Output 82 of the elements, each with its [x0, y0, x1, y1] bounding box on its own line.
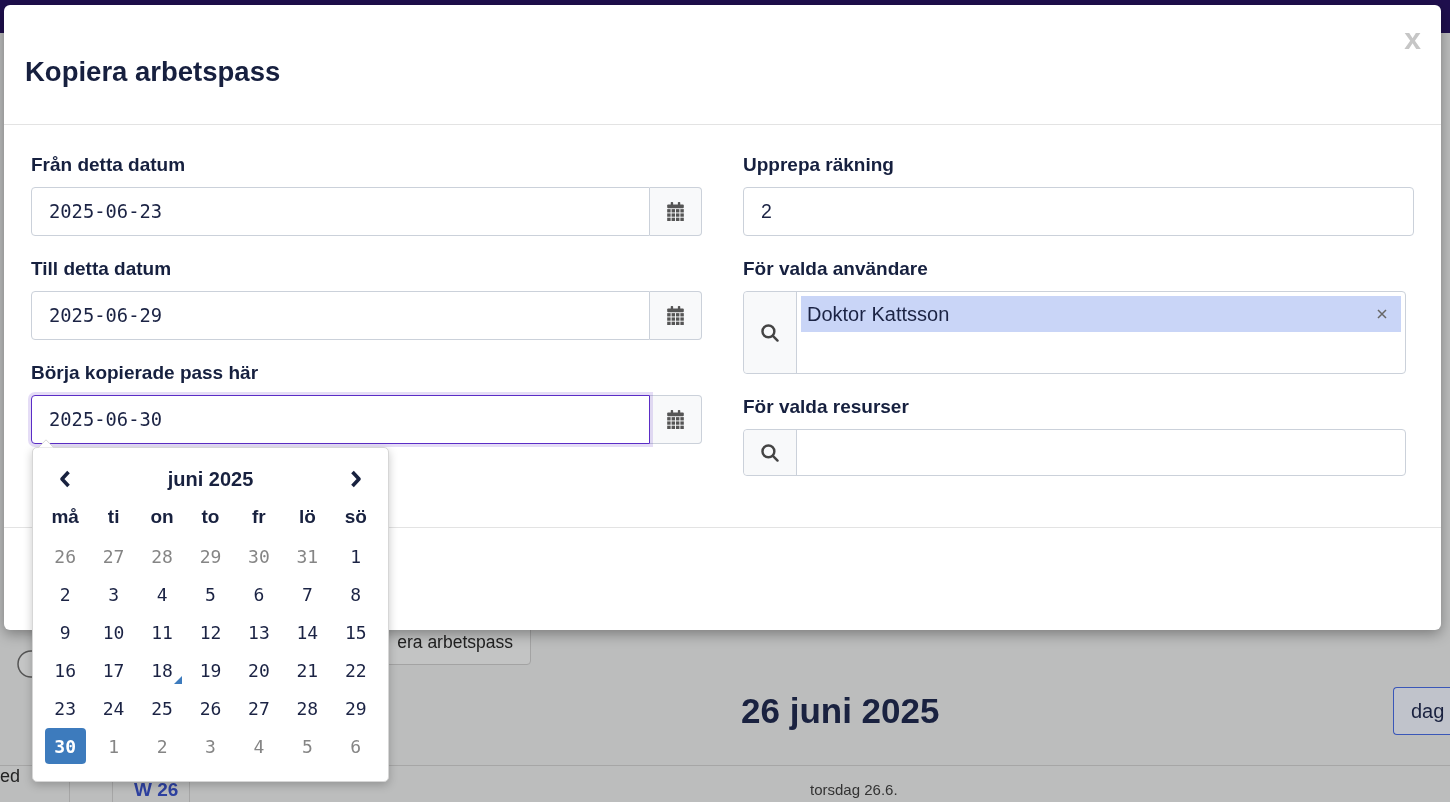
calendar-day[interactable]: 2 — [44, 576, 86, 612]
calendar-day[interactable]: 4 — [238, 728, 280, 764]
calendar-day[interactable]: 19 — [190, 652, 231, 688]
calendar-day[interactable]: 18 — [141, 652, 183, 688]
remove-tag-button[interactable] — [1377, 309, 1387, 319]
calendar-day[interactable]: 5 — [286, 728, 328, 764]
weekday-label: ti — [107, 506, 120, 528]
field-label: Upprepa räkning — [743, 154, 894, 176]
calendar-day[interactable]: 31 — [286, 538, 328, 574]
calendar-day[interactable]: 26 — [44, 538, 86, 574]
calendar-day[interactable]: 29 — [335, 690, 377, 726]
calendar-day[interactable]: 3 — [93, 576, 135, 612]
calendar-day[interactable]: 17 — [93, 652, 135, 688]
dialog-title: Kopiera arbetspass — [25, 55, 281, 89]
calendar-day[interactable]: 16 — [44, 652, 86, 688]
calendar-day[interactable]: 3 — [190, 728, 231, 764]
chevron-right-icon — [349, 470, 362, 488]
date-heading: 26 juni 2025 — [741, 690, 940, 732]
search-icon — [761, 443, 779, 462]
calendar-day[interactable]: 23 — [44, 690, 86, 726]
calendar-button[interactable] — [650, 395, 702, 444]
row-label: ed — [0, 766, 21, 786]
chevron-left-icon — [59, 470, 72, 488]
calendar-button[interactable] — [650, 187, 702, 236]
multiselect-field[interactable] — [743, 429, 1406, 476]
weekday-label: on — [150, 506, 174, 528]
field-label: Till detta datum — [31, 258, 172, 280]
search-icon — [761, 323, 779, 342]
calendar-icon — [667, 202, 684, 221]
day-header: torsdag 26.6. — [810, 781, 898, 799]
today-marker-icon — [173, 676, 182, 684]
weekday-label: sö — [344, 506, 367, 528]
calendar-day[interactable]: 13 — [238, 614, 280, 650]
multiselect-field[interactable]: Doktor Kattsson — [743, 291, 1406, 374]
calendar-icon — [667, 306, 684, 325]
tag-label: Doktor Kattsson — [807, 302, 950, 326]
calendar-day[interactable]: 9 — [44, 614, 86, 650]
number-input[interactable]: 2 — [743, 187, 1414, 236]
calendar-day[interactable]: 1 — [93, 728, 135, 764]
date-input[interactable]: 2025-06-23 — [31, 187, 650, 236]
calendar-day[interactable]: 8 — [335, 576, 377, 612]
calendar-day[interactable]: 10 — [93, 614, 135, 650]
weekday-label: fr — [252, 506, 266, 528]
calendar-day[interactable]: 25 — [141, 690, 183, 726]
day-view-button[interactable]: dag — [1393, 687, 1450, 735]
calendar-day[interactable]: 30 — [44, 728, 86, 764]
close-icon — [1377, 309, 1387, 319]
next-month-button[interactable] — [349, 470, 362, 488]
week-label[interactable]: W 26 — [134, 779, 179, 801]
date-input[interactable]: 2025-06-30 — [31, 395, 650, 444]
calendar-day[interactable]: 7 — [286, 576, 328, 612]
calendar-day[interactable]: 21 — [286, 652, 328, 688]
calendar-day[interactable]: 27 — [93, 538, 135, 574]
calendar-day[interactable]: 24 — [93, 690, 135, 726]
calendar-day[interactable]: 20 — [238, 652, 280, 688]
calendar-day[interactable]: 30 — [238, 538, 280, 574]
field-label: Från detta datum — [31, 154, 186, 176]
calendar-day[interactable]: 2 — [141, 728, 183, 764]
month-label: juni 2025 — [167, 467, 254, 491]
calendar-day[interactable]: 4 — [141, 576, 183, 612]
previous-month-button[interactable] — [59, 470, 72, 488]
calendar-icon — [667, 410, 684, 429]
calendar-day[interactable]: 14 — [286, 614, 328, 650]
calendar-day[interactable]: 6 — [335, 728, 377, 764]
field-label: För valda resurser — [743, 396, 909, 418]
weekday-label: lö — [298, 506, 316, 528]
calendar-day[interactable]: 6 — [238, 576, 280, 612]
weekday-label: må — [51, 506, 79, 528]
calendar-day[interactable]: 11 — [141, 614, 183, 650]
calendar-day[interactable]: 12 — [190, 614, 231, 650]
weekday-label: to — [201, 506, 220, 528]
field-label: Börja kopierade pass här — [31, 362, 259, 384]
calendar-day[interactable]: 29 — [190, 538, 231, 574]
date-input[interactable]: 2025-06-29 — [31, 291, 650, 340]
calendar-day[interactable]: 28 — [286, 690, 328, 726]
calendar-day[interactable]: 5 — [190, 576, 231, 612]
calendar-day[interactable]: 1 — [335, 538, 377, 574]
calendar-button[interactable] — [650, 291, 702, 340]
calendar-day[interactable]: 26 — [190, 690, 231, 726]
field-label: För valda användare — [743, 258, 928, 280]
calendar-day[interactable]: 27 — [238, 690, 280, 726]
calendar-day[interactable]: 28 — [141, 538, 183, 574]
